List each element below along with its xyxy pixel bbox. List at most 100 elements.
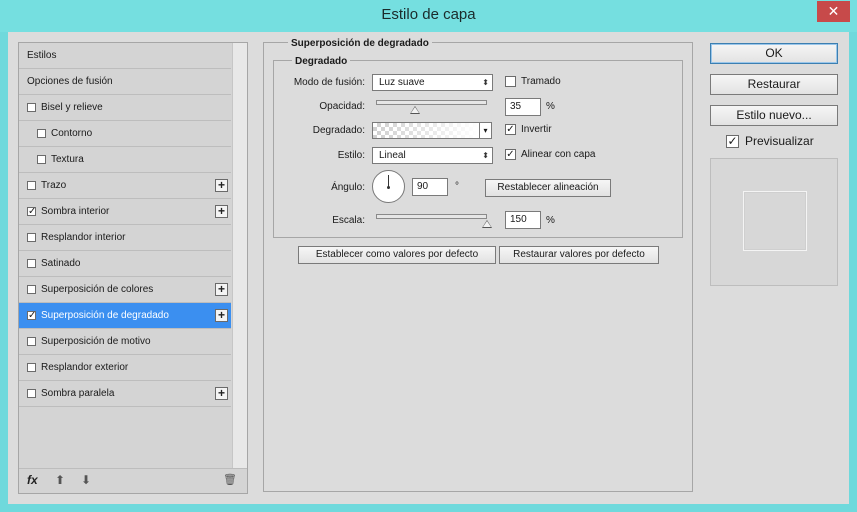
new-style-button[interactable]: Estilo nuevo... xyxy=(710,105,838,126)
style-checkbox[interactable] xyxy=(27,103,36,112)
preview-label: Previsualizar xyxy=(745,134,814,148)
scale-slider-thumb[interactable] xyxy=(482,220,492,228)
gradient-swatch[interactable] xyxy=(372,122,480,139)
style-select[interactable]: Lineal ⬍ xyxy=(372,147,493,164)
window-title: Estilo de capa xyxy=(381,6,476,23)
add-effect-icon[interactable]: + xyxy=(215,179,228,192)
style-checkbox[interactable] xyxy=(27,181,36,190)
style-list-item[interactable]: Bisel y relieve xyxy=(19,95,231,121)
style-list-label: Superposición de motivo xyxy=(41,336,151,347)
align-with-layer-label: Alinear con capa xyxy=(521,149,596,160)
style-label: Estilo: xyxy=(337,150,365,161)
style-checkbox[interactable] xyxy=(37,155,46,164)
reverse-label: Invertir xyxy=(521,124,552,135)
select-arrows-icon: ⬍ xyxy=(482,78,489,87)
style-list-item[interactable]: Superposición de motivo xyxy=(19,329,231,355)
reverse-checkbox-box: ✓ xyxy=(505,124,516,135)
style-checkbox[interactable] xyxy=(37,129,46,138)
style-list-item[interactable]: Satinado xyxy=(19,251,231,277)
style-checkbox[interactable] xyxy=(27,259,36,268)
opacity-label: Opacidad: xyxy=(319,101,365,112)
reset-button[interactable]: Restaurar xyxy=(710,74,838,95)
styles-scrollbar[interactable] xyxy=(232,43,247,469)
style-checkbox[interactable] xyxy=(27,337,36,346)
dither-checkbox[interactable]: Tramado xyxy=(505,76,561,87)
fx-icon[interactable]: fx xyxy=(27,473,38,487)
style-list-label: Textura xyxy=(51,154,84,165)
style-list-label: Resplandor interior xyxy=(41,232,126,243)
add-effect-icon[interactable]: + xyxy=(215,283,228,296)
reset-default-button[interactable]: Restaurar valores por defecto xyxy=(499,246,659,264)
style-list-item[interactable]: Resplandor interior xyxy=(19,225,231,251)
gradient-dropdown-button[interactable]: ▾ xyxy=(479,122,492,139)
scale-input[interactable]: 150 xyxy=(505,211,541,229)
add-effect-icon[interactable]: + xyxy=(215,309,228,322)
style-list-label: Sombra paralela xyxy=(41,388,115,399)
style-list-item[interactable]: Opciones de fusión xyxy=(19,69,231,95)
style-list-item[interactable]: ✓ Superposición de degradado + xyxy=(19,303,231,329)
opacity-input[interactable]: 35 xyxy=(505,98,541,116)
scale-slider[interactable] xyxy=(376,214,487,219)
style-checkbox[interactable] xyxy=(27,233,36,242)
preview-checkbox-box: ✓ xyxy=(726,133,739,148)
angle-unit: ° xyxy=(455,181,459,192)
style-list-item[interactable]: Superposición de colores + xyxy=(19,277,231,303)
align-checkbox-box: ✓ xyxy=(505,149,516,160)
scale-unit: % xyxy=(546,215,555,226)
style-list-item[interactable]: Sombra paralela + xyxy=(19,381,231,407)
style-checkbox[interactable] xyxy=(27,285,36,294)
trash-icon[interactable]: 🗑 xyxy=(223,473,237,486)
subgroup-title: Degradado xyxy=(292,56,351,67)
close-button[interactable]: ✕ xyxy=(817,1,850,22)
style-preview xyxy=(710,158,838,286)
make-default-button[interactable]: Establecer como valores por defecto xyxy=(298,246,496,264)
style-list-label: Opciones de fusión xyxy=(27,76,113,87)
chevron-down-icon: ▾ xyxy=(483,126,488,135)
ok-button[interactable]: OK xyxy=(710,43,838,64)
style-list-item[interactable]: Resplandor exterior xyxy=(19,355,231,381)
styles-list: Estilos Opciones de fusión Bisel y relieve… xyxy=(19,43,231,407)
opacity-slider-thumb[interactable] xyxy=(409,106,420,114)
style-list-item[interactable]: Contorno xyxy=(19,121,231,147)
angle-dial[interactable] xyxy=(372,170,405,203)
style-list-item[interactable]: Textura xyxy=(19,147,231,173)
style-checkbox[interactable] xyxy=(27,363,36,372)
dither-label: Tramado xyxy=(521,76,561,87)
style-list-item[interactable]: Estilos xyxy=(19,43,231,69)
style-list-label: Satinado xyxy=(41,258,81,269)
style-checkbox[interactable]: ✓ xyxy=(27,207,36,217)
style-list-label: Bisel y relieve xyxy=(41,102,103,113)
style-list-item[interactable]: ✓ Sombra interior + xyxy=(19,199,231,225)
add-effect-icon[interactable]: + xyxy=(215,205,228,218)
preview-checkbox[interactable]: ✓ Previsualizar xyxy=(726,134,814,148)
opacity-unit: % xyxy=(546,101,555,112)
preview-swatch xyxy=(743,191,807,251)
style-value: Lineal xyxy=(379,150,406,161)
style-list-item[interactable]: Trazo + xyxy=(19,173,231,199)
group-title: Superposición de degradado xyxy=(288,38,432,49)
style-checkbox[interactable] xyxy=(27,389,36,398)
style-list-label: Superposición de colores xyxy=(41,284,154,295)
blend-mode-select[interactable]: Luz suave ⬍ xyxy=(372,74,493,91)
style-list-label: Superposición de degradado xyxy=(41,310,169,321)
close-icon: ✕ xyxy=(827,3,840,19)
move-down-icon[interactable]: ⬇ xyxy=(81,473,91,487)
add-effect-icon[interactable]: + xyxy=(215,387,228,400)
dialog-body: Estilos Opciones de fusión Bisel y relieve… xyxy=(8,32,849,504)
move-up-icon[interactable]: ⬆ xyxy=(55,473,65,487)
select-arrows-icon: ⬍ xyxy=(482,151,489,160)
reset-alignment-button[interactable]: Restablecer alineación xyxy=(485,179,611,197)
scale-label: Escala: xyxy=(332,215,365,226)
opacity-slider[interactable] xyxy=(376,100,487,105)
align-with-layer-checkbox[interactable]: ✓ Alinear con capa xyxy=(505,149,596,160)
style-list-label: Sombra interior xyxy=(41,206,110,217)
style-list-label: Estilos xyxy=(27,50,57,61)
angle-input[interactable]: 90 xyxy=(412,178,448,196)
styles-footer: fx ⬆ ⬇ 🗑 xyxy=(19,468,247,493)
reverse-checkbox[interactable]: ✓ Invertir xyxy=(505,124,552,135)
style-checkbox[interactable]: ✓ xyxy=(27,311,36,321)
styles-panel: Estilos Opciones de fusión Bisel y relieve… xyxy=(18,42,248,494)
gradient-label: Degradado: xyxy=(312,125,365,136)
style-list-label: Trazo xyxy=(41,180,67,191)
style-list-label: Contorno xyxy=(51,128,93,139)
